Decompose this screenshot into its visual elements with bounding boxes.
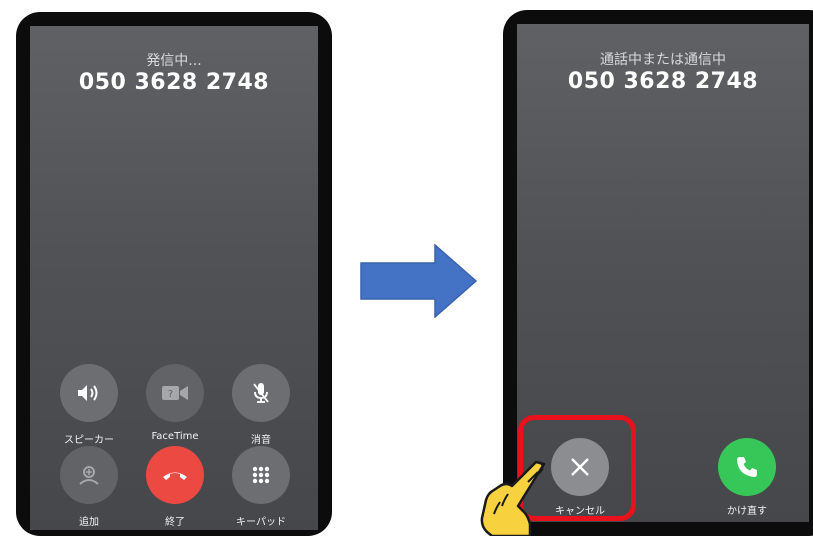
keypad-button[interactable] <box>232 446 290 504</box>
add-call-icon <box>79 466 99 485</box>
right-arrow-icon <box>360 244 478 318</box>
call-status-text: 発信中... <box>146 53 202 69</box>
comparison-canvas: 発信中... 050 3628 2748 スピーカー ? FaceTime 消音… <box>0 0 813 536</box>
call-again-label: かけ直す <box>727 506 767 517</box>
pointing-hand-icon <box>480 460 546 536</box>
left-call-screen: 発信中... 050 3628 2748 スピーカー ? FaceTime 消音… <box>30 26 318 530</box>
end-call-button[interactable] <box>146 446 204 504</box>
phone-number: 050 3628 2748 <box>567 69 759 94</box>
end-call-icon <box>163 472 187 480</box>
facetime-label: FaceTime <box>151 431 199 442</box>
keypad-label: キーパッド <box>236 517 286 528</box>
svg-text:?: ? <box>168 389 173 400</box>
add-call-label: 追加 <box>79 517 99 528</box>
speaker-icon <box>78 385 98 401</box>
phone-number: 050 3628 2748 <box>78 70 270 95</box>
facetime-button[interactable]: ? <box>146 364 204 422</box>
speaker-label: スピーカー <box>64 435 114 446</box>
call-status-text: 通話中または通信中 <box>600 52 726 68</box>
mute-label: 消音 <box>251 435 271 446</box>
facetime-camera-icon: ? <box>162 386 188 400</box>
end-call-label: 終了 <box>165 517 185 528</box>
left-phone-frame: 発信中... 050 3628 2748 スピーカー ? FaceTime 消音… <box>16 12 332 536</box>
phone-icon <box>737 457 757 477</box>
call-again-button[interactable] <box>718 438 776 496</box>
speaker-button[interactable] <box>60 364 118 422</box>
add-call-button[interactable] <box>60 446 118 504</box>
mute-button[interactable] <box>232 364 290 422</box>
keypad-icon <box>252 466 270 484</box>
mute-mic-icon <box>253 383 269 403</box>
